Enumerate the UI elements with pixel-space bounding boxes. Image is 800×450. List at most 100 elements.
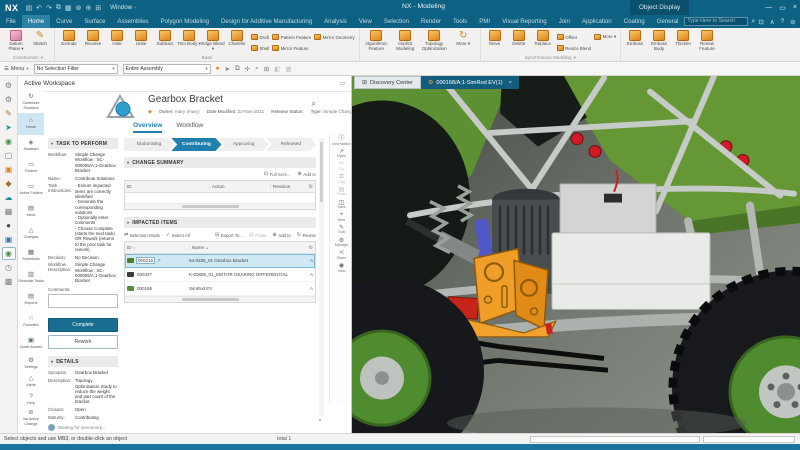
3d-model-simrod-ev[interactable]	[352, 76, 800, 433]
ribbon-button[interactable]: Edge Blend ▾	[201, 29, 225, 54]
menu-button[interactable]: ☰ Menu ▾	[4, 66, 29, 72]
side-action-button[interactable]: ↗ Open	[337, 149, 346, 159]
toolbar-button[interactable]: ⊡ Full Scre...	[264, 171, 291, 177]
side-action-button[interactable]: ◉ View	[338, 263, 346, 273]
toolbar-button[interactable]: ▤ Paste	[249, 232, 266, 238]
ribbon-tab[interactable]: Home	[22, 15, 50, 28]
ribbon-tab[interactable]: Analysis	[318, 15, 353, 28]
impacted-item-row[interactable]: 000337 ↗ K-00806_01_MOTOR GEARING DIFFER…	[125, 268, 315, 282]
ribbon-tab[interactable]: PMI	[473, 15, 496, 28]
restore-button[interactable]: ▭	[779, 4, 786, 12]
redo-icon[interactable]: ↷	[46, 4, 52, 12]
window-menu[interactable]: Window ▾	[110, 4, 136, 11]
ribbon-tab[interactable]: Application	[576, 15, 618, 28]
shaded-view-icon[interactable]: ◧	[274, 65, 280, 73]
toolbar-button[interactable]: ↻ Revise	[297, 232, 316, 238]
ribbon-button[interactable]: Delete	[507, 29, 531, 54]
nav-item[interactable]: ▤ Reports	[18, 289, 44, 311]
nav-item[interactable]: ▦ Schedules	[18, 245, 44, 267]
ribbon-button[interactable]: Topology Optimization	[420, 29, 449, 54]
user-account-icon[interactable]: ⊘	[790, 18, 795, 26]
close-button[interactable]: ×	[793, 4, 797, 11]
brush-icon[interactable]: ◆	[2, 177, 16, 190]
ribbon-button[interactable]: More ▾	[594, 32, 616, 42]
ribbon-tab[interactable]: Tools	[447, 15, 473, 28]
command-finder-icon[interactable]: ⊕	[85, 4, 91, 12]
toolbar-button[interactable]: ⇄ Selection Mode	[124, 232, 160, 238]
toolbar-button[interactable]: ⊟ Export To...	[215, 232, 243, 238]
horizontal-scrollbar[interactable]	[125, 296, 315, 302]
ribbon-button[interactable]: Emboss	[623, 29, 647, 54]
pencil-tools-icon[interactable]: ✎	[2, 107, 16, 120]
column-header-name[interactable]: Name ▴	[189, 245, 303, 250]
general-selection-icon[interactable]: ✛	[245, 65, 250, 73]
column-header-action[interactable]: Action	[209, 184, 270, 189]
column-header-id[interactable]: ID ↕	[127, 245, 189, 250]
vertical-scrollbar[interactable]: ▾	[319, 138, 324, 416]
workflow-state[interactable]: Approving	[219, 138, 269, 151]
pointer-icon[interactable]: ➤	[2, 121, 16, 134]
ribbon-button[interactable]: Replace	[531, 29, 555, 54]
undo-icon[interactable]: ↶	[36, 4, 42, 12]
ribbon-tab[interactable]: File	[0, 15, 22, 28]
nav-item[interactable]: ⌂ Home	[18, 113, 44, 135]
open-in-window-icon[interactable]: ↗	[157, 258, 161, 264]
select-cursor-icon[interactable]: ➤	[225, 65, 230, 73]
ribbon-button[interactable]: Implicit Modeling	[391, 29, 420, 54]
ribbon-button[interactable]: ✎ Sketch	[28, 29, 52, 54]
nav-item[interactable]: ▤ Inbox	[18, 201, 44, 223]
nav-item[interactable]: △ Alerts	[18, 373, 44, 391]
workflow-state[interactable]: Elaborating	[124, 138, 174, 151]
tab-part-simrod-ev[interactable]: ⚙ 000168/A;1-SimRod EV(1) ×	[421, 76, 519, 89]
ribbon-button[interactable]: Subtract	[153, 29, 177, 54]
horizontal-scrollbar[interactable]	[125, 203, 315, 209]
orange-panel-icon[interactable]: ▣	[2, 163, 16, 176]
globe-icon[interactable]: ◉	[2, 135, 16, 148]
ribbon-button[interactable]: Draft	[251, 32, 269, 42]
wireframe-view-icon[interactable]: ▦	[285, 65, 291, 73]
selection-scope-select[interactable]: Entire Assembly▾	[123, 64, 211, 74]
ribbon-button[interactable]: Datum Plane ▾	[4, 29, 28, 54]
nav-item[interactable]: △ Changes	[18, 223, 44, 245]
window-select-icon[interactable]: ⊞	[264, 65, 269, 73]
nav-item[interactable]: ◈ Assistant	[18, 135, 44, 157]
undock-icon[interactable]: ▭	[339, 80, 345, 87]
ribbon-button[interactable]: Extrude	[57, 29, 81, 54]
close-icon[interactable]: ×	[509, 80, 512, 86]
ribbon-button[interactable]: Revolve	[81, 29, 105, 54]
ribbon-button[interactable]: Thicken	[671, 29, 695, 54]
impacted-item-row[interactable]: 000216 ↗ 64-0255_01 Gearbox Bracket A	[125, 254, 315, 268]
impacted-items-header[interactable]: ▾ IMPACTED ITEMS	[124, 217, 316, 228]
help-icon[interactable]: ?	[781, 18, 785, 25]
ribbon-button[interactable]: Unite	[129, 29, 153, 54]
ribbon-button[interactable]: Chamfer	[225, 29, 249, 54]
building-icon[interactable]: ▦	[2, 205, 16, 218]
ribbon-tab[interactable]: Design for Additive Manufacturing	[215, 15, 318, 28]
ribbon-button[interactable]: Mirror Feature	[272, 43, 311, 53]
selection-scope-icon[interactable]: ⧉	[235, 65, 240, 73]
graphics-window[interactable]: ⊞ Discovery Center ⚙ 000168/A;1-SimRod E…	[352, 76, 800, 433]
magnifier-icon[interactable]: ⌕	[751, 18, 755, 26]
workflow-state[interactable]: Contributing	[171, 138, 221, 151]
side-action-button[interactable]: ▤ Paste	[337, 187, 346, 197]
ribbon-button[interactable]: Renew Feature	[695, 29, 719, 54]
contextual-tab-object-display[interactable]: Object Display	[630, 0, 689, 15]
ribbon-tab[interactable]: Curve	[50, 15, 78, 28]
side-action-button[interactable]: ✂ Cut	[339, 161, 345, 171]
complete-button[interactable]: Complete	[48, 318, 118, 332]
rework-button[interactable]: Rework	[48, 335, 118, 349]
column-header-id[interactable]: ID	[127, 184, 209, 189]
nav-item[interactable]: ? Help	[18, 391, 44, 409]
box-icon[interactable]: ▢	[2, 149, 16, 162]
globe-active-icon[interactable]: ◉	[2, 247, 16, 260]
side-action-button[interactable]: ⚙ Manage	[335, 238, 348, 248]
nav-item[interactable]: ▣ Quick Access	[18, 333, 44, 355]
minimize-button[interactable]: —	[765, 4, 772, 11]
nav-item[interactable]: ⊘ No Active Change	[18, 409, 44, 427]
search-icon[interactable]: ⌕	[312, 99, 316, 109]
task-section-header[interactable]: ▾ TASK TO PERFORM	[48, 138, 118, 149]
impacted-item-row[interactable]: 000168 ↗ SimRod EV A	[125, 282, 315, 296]
ribbon-tab[interactable]: Surface	[78, 15, 111, 28]
ribbon-tab[interactable]: Coating	[618, 15, 651, 28]
save-icon[interactable]: ▤	[26, 4, 33, 12]
